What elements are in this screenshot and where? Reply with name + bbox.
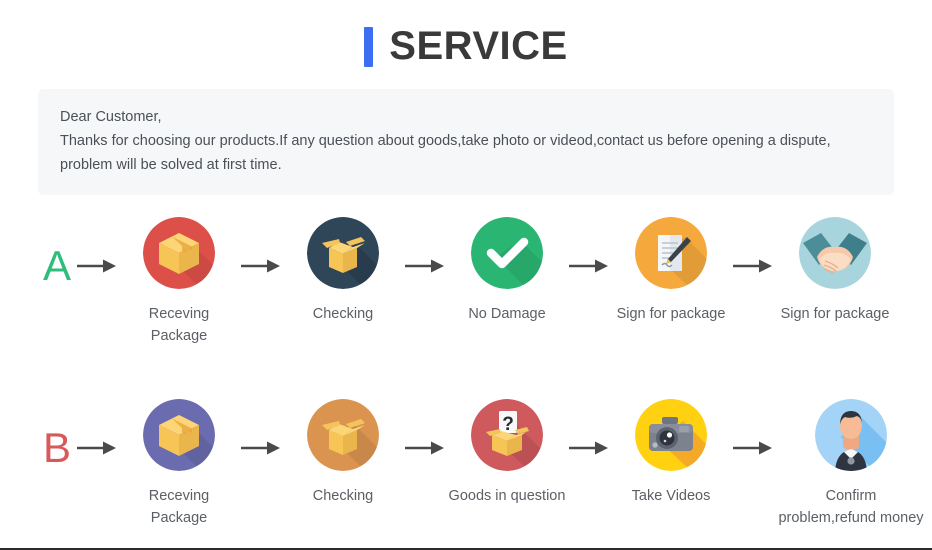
flow-row-a: A Receving Package Checking No Damage Si…: [0, 217, 932, 347]
notice-line-3: problem will be solved at first time.: [60, 157, 282, 173]
step-label: Confirm problem,refund money: [778, 488, 924, 526]
arrow-right-icon: [238, 257, 284, 275]
step-label: Goods in question: [448, 488, 566, 504]
flow-label-a: A: [42, 242, 71, 289]
step-a-2: Checking: [284, 217, 402, 325]
step-label: Receving Package: [148, 488, 210, 526]
step-a-5: Sign for package: [776, 217, 894, 325]
step-label: No Damage: [468, 306, 546, 322]
notice-line-2: Thanks for choosing our products.If any …: [60, 133, 831, 149]
arrow-right-icon: [74, 439, 120, 457]
step-label: Sign for package: [780, 306, 890, 322]
step-b-4: Take Videos: [612, 399, 730, 507]
open-box-icon: [307, 217, 379, 289]
sign-document-icon: [635, 217, 707, 289]
arrow-right-icon: [402, 439, 448, 457]
question-box-icon: ?: [471, 399, 543, 471]
notice-line-1: Dear Customer,: [60, 109, 162, 125]
open-box-icon: [307, 399, 379, 471]
arrow-right-icon: [730, 257, 776, 275]
customer-notice: Dear Customer, Thanks for choosing our p…: [38, 89, 894, 195]
checkmark-icon: [471, 217, 543, 289]
step-label: Checking: [312, 488, 374, 504]
step-a-4: Sign for package: [612, 217, 730, 325]
arrow-right-icon: [402, 257, 448, 275]
step-b-3: ? Goods in question: [448, 399, 566, 507]
step-a-3: No Damage: [448, 217, 566, 325]
handshake-icon: [799, 217, 871, 289]
page-title: SERVICE: [0, 0, 932, 73]
step-a-1: Receving Package: [120, 217, 238, 347]
page-title-text: SERVICE: [389, 24, 568, 68]
arrow-right-icon: [74, 257, 120, 275]
title-accent-bar: [364, 26, 374, 67]
arrow-right-icon: [238, 439, 284, 457]
arrow-right-icon: [566, 439, 612, 457]
camera-icon: [635, 399, 707, 471]
arrow-right-icon: [566, 257, 612, 275]
support-agent-icon: [815, 399, 887, 471]
step-label: Take Videos: [631, 488, 711, 504]
step-b-2: Checking: [284, 399, 402, 507]
arrow-right-icon: [730, 439, 776, 457]
step-label: Checking: [312, 306, 374, 322]
flow-row-b: B Receving Package Checking ? Goods in q…: [0, 399, 932, 529]
package-box-icon: [143, 399, 215, 471]
flow-label-b: B: [42, 424, 71, 471]
step-b-5: Confirm problem,refund money: [776, 399, 926, 529]
step-label: Sign for package: [616, 306, 726, 322]
step-b-1: Receving Package: [120, 399, 238, 529]
package-box-icon: [143, 217, 215, 289]
step-label: Receving Package: [148, 306, 210, 344]
